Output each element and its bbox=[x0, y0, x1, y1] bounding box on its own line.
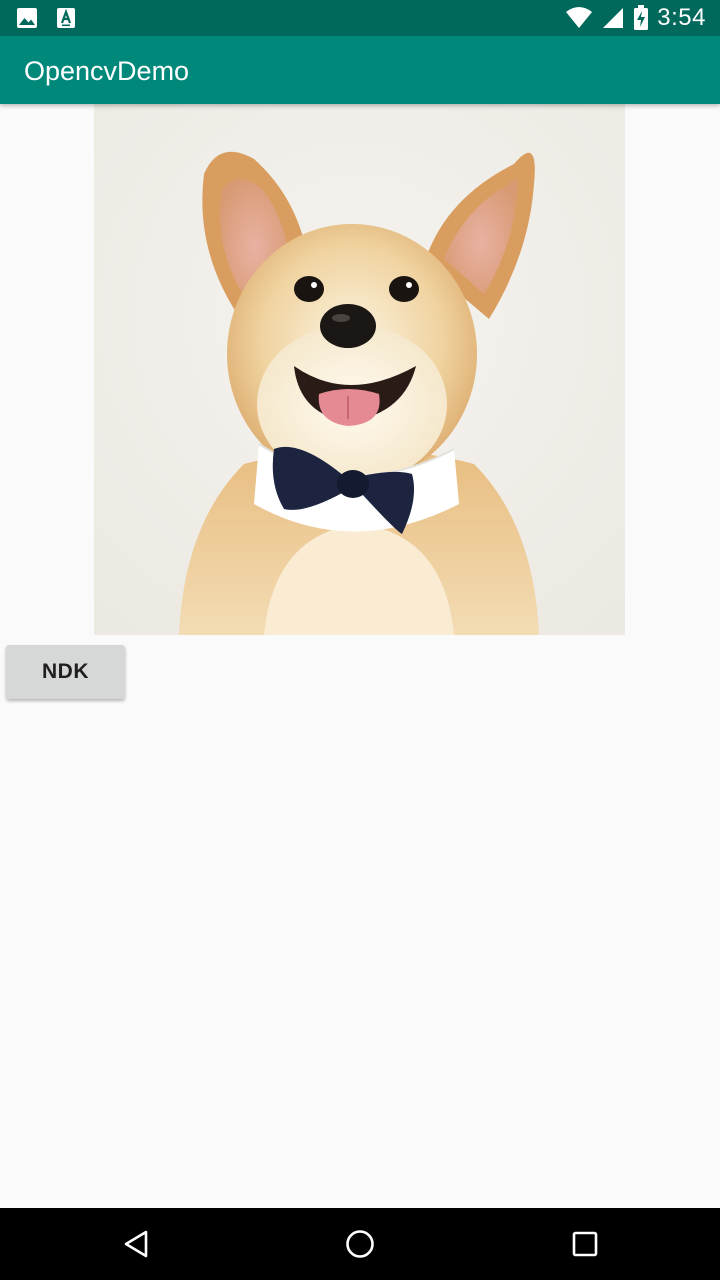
system-icons: 3:54 bbox=[565, 0, 706, 36]
navigation-bar bbox=[0, 1208, 720, 1280]
home-icon bbox=[344, 1228, 376, 1260]
corgi-image bbox=[94, 104, 625, 635]
recents-button[interactable] bbox=[525, 1208, 645, 1280]
status-clock: 3:54 bbox=[657, 4, 706, 31]
home-button[interactable] bbox=[300, 1208, 420, 1280]
recents-icon bbox=[571, 1230, 599, 1258]
notification-icons bbox=[16, 0, 76, 36]
app-title: OpencvDemo bbox=[24, 56, 190, 86]
screen: 3:54 OpencvDemo NDK bbox=[0, 0, 720, 1280]
cell-signal-icon bbox=[601, 6, 625, 30]
text-notification-icon bbox=[56, 7, 76, 29]
image-notification-icon bbox=[16, 7, 38, 29]
ndk-button[interactable]: NDK bbox=[6, 645, 125, 699]
back-button[interactable] bbox=[76, 1208, 196, 1280]
battery-charging-icon bbox=[633, 5, 649, 31]
back-icon bbox=[122, 1229, 150, 1259]
wifi-icon bbox=[565, 6, 593, 30]
app-bar: OpencvDemo bbox=[0, 36, 720, 104]
status-bar: 3:54 bbox=[0, 0, 720, 36]
